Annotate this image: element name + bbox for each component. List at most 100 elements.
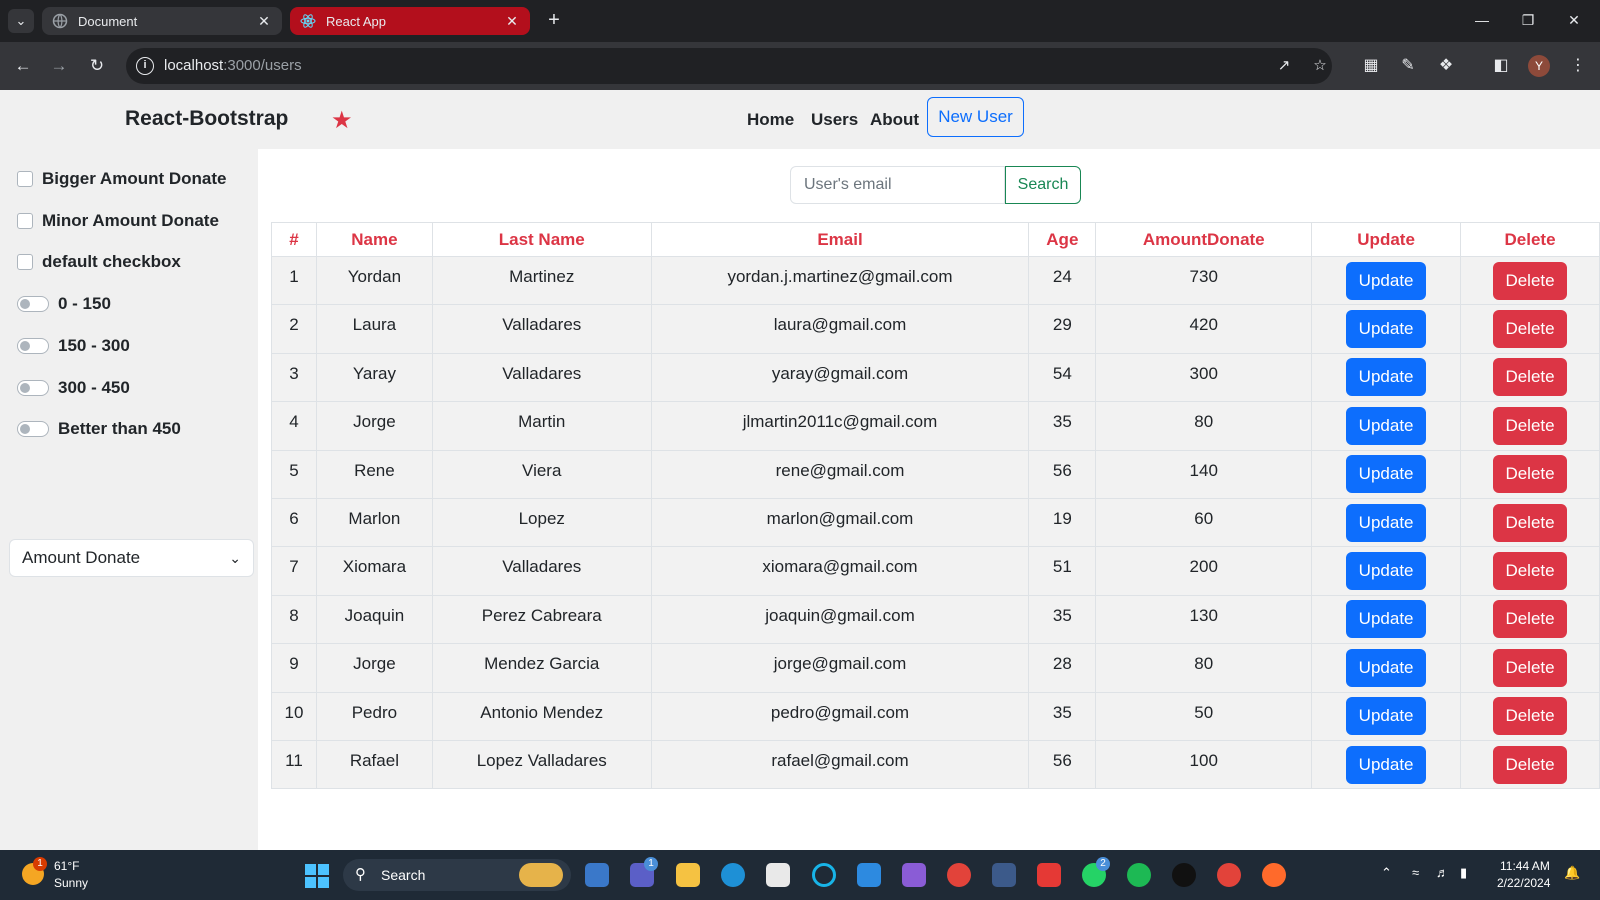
delete-button[interactable]: Delete [1493,600,1568,639]
new-tab-icon[interactable]: + [542,9,566,33]
chrome-profile-icon[interactable] [1217,863,1241,887]
filter-default[interactable]: default checkbox [17,252,181,272]
switch-range-150-300[interactable]: 150 - 300 [17,336,130,356]
whatsapp-badge: 2 [1096,857,1110,871]
checkbox[interactable] [17,213,33,229]
user-last-name: Martinez [431,255,652,306]
extension-icon[interactable]: ▦ [1359,54,1383,78]
update-cell: Update [1311,304,1462,354]
update-button[interactable]: Update [1346,697,1427,736]
update-button[interactable]: Update [1346,503,1427,542]
update-button[interactable]: Update [1346,310,1427,349]
copilot-icon[interactable] [585,863,609,887]
bookmark-star-icon[interactable]: ☆ [1310,56,1330,76]
checkbox[interactable] [17,171,33,187]
user-name: Marlon [315,497,433,548]
row-number: 9 [271,643,317,693]
update-cell: Update [1311,594,1462,645]
minimize-icon[interactable]: — [1462,8,1502,32]
toggle-switch[interactable] [17,338,49,354]
filter-bigger-amount[interactable]: Bigger Amount Donate [17,169,226,189]
weather-condition[interactable]: Sunny [54,876,88,890]
tab-search-chevron-icon[interactable]: ⌄ [8,9,34,33]
switch-better-than-450[interactable]: Better than 450 [17,419,181,439]
delete-button[interactable]: Delete [1493,406,1568,445]
delete-button[interactable]: Delete [1493,261,1568,300]
kebab-menu-icon[interactable]: ⋮ [1566,54,1590,78]
wifi-icon[interactable]: ≈ [1412,865,1419,880]
show-hidden-icons-icon[interactable]: ⌃ [1381,865,1392,881]
toggle-switch[interactable] [17,421,49,437]
eyedropper-icon[interactable]: ✎ [1396,54,1420,78]
user-email: yaray@gmail.com [650,352,1030,403]
clock-time[interactable]: 11:44 AM [1500,859,1550,873]
delete-button[interactable]: Delete [1493,552,1568,591]
visual-studio-icon[interactable] [902,863,926,887]
address-bar[interactable]: i localhost:3000/users ↗ ☆ [126,48,1332,84]
file-explorer-icon[interactable] [676,863,700,887]
filter-minor-amount[interactable]: Minor Amount Donate [17,211,219,231]
brand-title[interactable]: React-Bootstrap [125,107,288,131]
nav-users[interactable]: Users [811,110,858,130]
close-window-icon[interactable]: ✕ [1554,8,1594,32]
media-player-icon[interactable] [1037,863,1061,887]
site-info-icon[interactable]: i [136,57,154,75]
postman-icon[interactable] [1262,863,1286,887]
weather-temperature[interactable]: 61°F [54,859,79,873]
chrome-icon[interactable] [947,863,971,887]
profile-avatar[interactable]: Y [1528,55,1550,77]
update-button[interactable]: Update [1346,745,1427,784]
toggle-switch[interactable] [17,296,49,312]
update-button[interactable]: Update [1346,358,1427,397]
update-button[interactable]: Update [1346,552,1427,591]
delete-button[interactable]: Delete [1493,648,1568,687]
amount-donate-select[interactable]: Amount Donate ⌄ [9,539,254,577]
update-button[interactable]: Update [1346,648,1427,687]
taskbar-search[interactable]: ⚲ Search [343,859,571,891]
top-navbar: React-Bootstrap ★ Home Users About New U… [0,90,1600,149]
close-tab-icon[interactable]: ✕ [504,13,520,30]
delete-button[interactable]: Delete [1493,455,1568,494]
new-user-button[interactable]: New User [927,97,1024,137]
tab-document[interactable]: Document ✕ [42,7,282,35]
close-tab-icon[interactable]: ✕ [256,13,272,30]
side-panel-icon[interactable]: ◧ [1489,54,1513,78]
store-icon[interactable] [766,863,790,887]
update-button[interactable]: Update [1346,600,1427,639]
tab-react-app[interactable]: React App ✕ [290,7,530,35]
update-button[interactable]: Update [1346,261,1427,300]
edge-icon[interactable] [721,863,745,887]
remote-desktop-icon[interactable] [992,863,1016,887]
spotify-icon[interactable] [1127,863,1151,887]
volume-icon[interactable]: ♬ [1436,865,1449,880]
nav-about[interactable]: About [870,110,919,130]
delete-button[interactable]: Delete [1493,310,1568,349]
puzzle-extensions-icon[interactable]: ❖ [1434,54,1458,78]
switch-range-300-450[interactable]: 300 - 450 [17,378,130,398]
delete-button[interactable]: Delete [1493,697,1568,736]
cortana-icon[interactable] [812,863,836,887]
email-search-input[interactable]: User's email [790,166,1005,204]
windows-start-icon[interactable] [305,864,329,888]
back-icon[interactable]: ← [11,54,35,78]
delete-button[interactable]: Delete [1493,358,1568,397]
clock-date[interactable]: 2/22/2024 [1497,876,1550,890]
delete-button[interactable]: Delete [1493,745,1568,784]
update-button[interactable]: Update [1346,406,1427,445]
forward-icon[interactable]: → [47,54,71,78]
search-button[interactable]: Search [1005,166,1081,204]
delete-button[interactable]: Delete [1493,503,1568,542]
user-amount-donate: 420 [1095,304,1313,354]
battery-icon[interactable]: ▮ [1460,865,1467,881]
notification-bell-icon[interactable]: 🔔 [1564,865,1580,881]
toggle-switch[interactable] [17,380,49,396]
vscode-icon[interactable] [857,863,881,887]
restore-icon[interactable]: ❐ [1508,8,1548,32]
checkbox[interactable] [17,254,33,270]
nav-home[interactable]: Home [747,110,794,130]
reload-icon[interactable]: ↻ [85,54,109,78]
tiktok-icon[interactable] [1172,863,1196,887]
switch-range-0-150[interactable]: 0 - 150 [17,294,111,314]
update-button[interactable]: Update [1346,455,1427,494]
open-in-app-icon[interactable]: ↗ [1274,56,1294,76]
